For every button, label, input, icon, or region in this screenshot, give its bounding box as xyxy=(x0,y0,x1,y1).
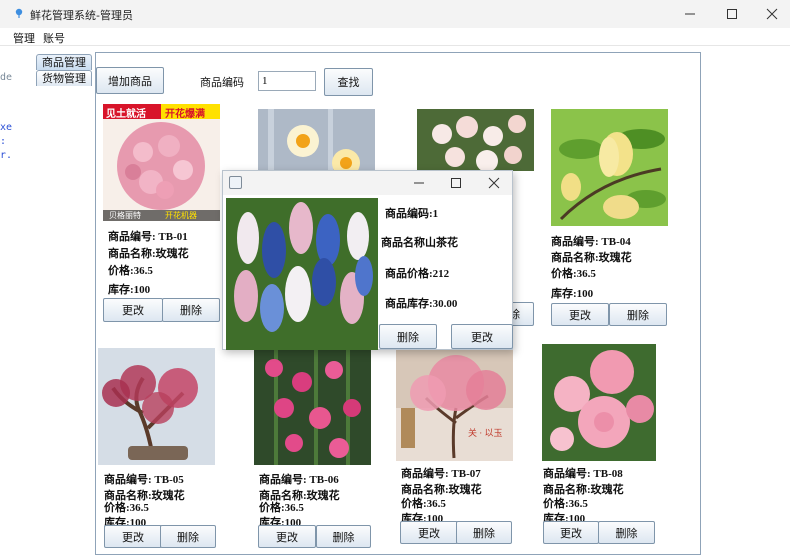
dialog-product-code: 商品编码:1 xyxy=(385,208,439,220)
dialog-product-price: 商品价格:212 xyxy=(385,268,450,280)
delete-button[interactable]: 删除 xyxy=(456,521,512,544)
flower-app-icon xyxy=(15,8,23,18)
photo-banner-left: 见土就活 xyxy=(106,109,146,120)
flower-photo-pink-globe xyxy=(103,104,220,221)
product-name: 商品名称:玫瑰花 xyxy=(551,252,632,264)
dialog-close-button[interactable] xyxy=(474,171,514,195)
minimize-button[interactable] xyxy=(670,0,710,28)
photo-footer-left: 贝格丽特 xyxy=(109,211,141,220)
minimize-icon xyxy=(685,13,695,15)
flower-photo-magnolia xyxy=(551,109,668,226)
find-button[interactable]: 查找 xyxy=(324,68,373,96)
maximize-icon xyxy=(451,178,461,188)
java-icon xyxy=(229,176,242,189)
flower-photo-plum-bonsai xyxy=(98,348,215,465)
close-button[interactable] xyxy=(752,0,790,28)
product-id: 商品编号: TB-08 xyxy=(543,468,623,480)
flower-photo-daffodil xyxy=(258,109,375,171)
edge-fragment: xe xyxy=(0,122,13,133)
close-icon xyxy=(766,8,778,20)
product-image xyxy=(551,109,668,226)
product-id: 商品编号: TB-07 xyxy=(401,468,481,480)
flower-photo-white-roses xyxy=(417,109,534,171)
product-name: 商品名称:玫瑰花 xyxy=(108,248,189,260)
flower-photo-hyacinth xyxy=(226,198,378,350)
dialog-product-stock: 商品库存:30.00 xyxy=(385,298,458,310)
search-label: 商品编码 xyxy=(200,77,244,89)
product-price: 价格:36.5 xyxy=(259,502,304,514)
flower-photo-orchid xyxy=(254,348,371,465)
menu-account[interactable]: 账号 xyxy=(43,30,65,46)
edit-button[interactable]: 更改 xyxy=(400,521,458,544)
edge-fragment: de xyxy=(0,72,13,83)
product-image xyxy=(254,348,371,465)
product-image xyxy=(258,109,375,171)
maximize-button[interactable] xyxy=(712,0,752,28)
delete-button[interactable]: 删除 xyxy=(316,525,371,548)
delete-button-partial[interactable]: 除 xyxy=(509,302,534,326)
product-price: 价格:36.5 xyxy=(104,502,149,514)
dialog-minimize-button[interactable] xyxy=(399,171,439,195)
product-image xyxy=(98,348,215,465)
flower-photo-peony xyxy=(542,344,656,461)
dialog-product-image xyxy=(226,198,378,350)
photo-footer-right: 开花机器 xyxy=(165,211,197,220)
product-stock: 库存:100 xyxy=(551,288,594,300)
edit-button[interactable]: 更改 xyxy=(551,303,609,326)
product-detail-dialog: 商品编码:1 商品名称山茶花 商品价格:212 商品库存:30.00 删除 更改 xyxy=(222,170,513,350)
product-id: 商品编号: TB-04 xyxy=(551,236,631,248)
dialog-product-name: 商品名称山茶花 xyxy=(381,237,458,249)
product-image: 见土就活 开花爆满 贝格丽特 开花机器 xyxy=(103,104,220,221)
delete-button[interactable]: 删除 xyxy=(162,298,220,322)
product-price: 价格:36.5 xyxy=(401,498,446,510)
delete-button[interactable]: 删除 xyxy=(598,521,655,544)
dialog-delete-button[interactable]: 删除 xyxy=(379,324,437,349)
window-titlebar: 鲜花管理系统-管理员 xyxy=(0,0,790,28)
product-image xyxy=(417,109,534,171)
tab-product-management[interactable]: 商品管理 xyxy=(36,54,92,70)
product-stock: 库存:100 xyxy=(108,284,151,296)
edge-fragment: r. xyxy=(0,150,13,161)
product-id: 商品编号: TB-01 xyxy=(108,231,188,243)
product-price: 价格:36.5 xyxy=(551,268,596,280)
product-id: 商品编号: TB-05 xyxy=(104,474,184,486)
maximize-icon xyxy=(727,9,737,19)
window-title: 鲜花管理系统-管理员 xyxy=(30,9,133,22)
flower-photo-cherry-tree xyxy=(396,348,513,461)
delete-button[interactable]: 删除 xyxy=(609,303,667,326)
dialog-titlebar xyxy=(223,171,512,195)
dialog-maximize-button[interactable] xyxy=(436,171,476,195)
product-id: 商品编号: TB-06 xyxy=(259,474,339,486)
product-code-input[interactable] xyxy=(258,71,316,91)
tab-goods-management[interactable]: 货物管理 xyxy=(36,70,92,86)
edit-button[interactable]: 更改 xyxy=(103,298,163,322)
photo-banner-right: 开花爆满 xyxy=(165,109,205,120)
product-price: 价格:36.5 xyxy=(108,265,153,277)
edit-button[interactable]: 更改 xyxy=(104,525,162,548)
product-image: 关 · 以玉 xyxy=(396,348,513,461)
menu-bar: 管理 账号 xyxy=(0,28,790,46)
minimize-icon xyxy=(414,182,424,184)
close-icon xyxy=(488,177,500,189)
edit-button[interactable]: 更改 xyxy=(258,525,316,548)
delete-button[interactable]: 删除 xyxy=(160,525,216,548)
photo-watermark: 关 · 以玉 xyxy=(468,428,503,438)
menu-manage[interactable]: 管理 xyxy=(13,30,35,46)
add-product-button[interactable]: 增加商品 xyxy=(96,67,164,94)
edge-fragment: : xyxy=(0,136,7,147)
product-image xyxy=(542,344,656,461)
product-price: 价格:36.5 xyxy=(543,498,588,510)
edit-button[interactable]: 更改 xyxy=(543,521,599,544)
dialog-edit-button[interactable]: 更改 xyxy=(451,324,513,349)
